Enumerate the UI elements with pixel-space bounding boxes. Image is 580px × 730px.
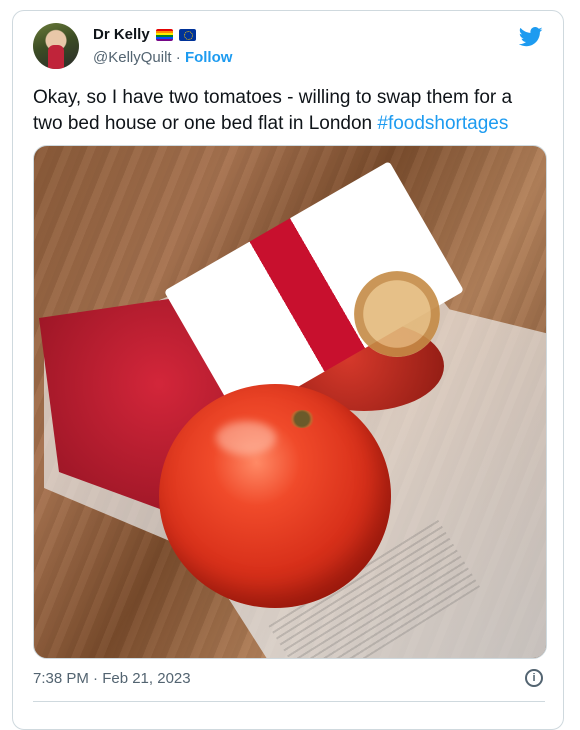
twitter-bird-icon[interactable] bbox=[519, 27, 543, 47]
tomato-highlight bbox=[216, 421, 276, 455]
avatar[interactable] bbox=[33, 23, 79, 69]
tweet-text: Okay, so I have two tomatoes - willing t… bbox=[33, 85, 545, 137]
quality-seal bbox=[354, 271, 440, 357]
eu-flag-icon bbox=[178, 28, 196, 41]
tomato bbox=[159, 384, 391, 608]
author-handle[interactable]: @KellyQuilt bbox=[93, 49, 172, 66]
author-name-row: Dr Kelly bbox=[93, 26, 196, 43]
author-handle-row: @KellyQuilt · Follow bbox=[93, 49, 232, 66]
divider bbox=[33, 701, 545, 702]
info-icon[interactable]: i bbox=[525, 669, 543, 687]
tweet-photo[interactable] bbox=[33, 145, 547, 659]
tomato-stem-scar bbox=[289, 410, 315, 428]
hashtag-link[interactable]: #foodshortages bbox=[377, 113, 508, 134]
rainbow-flag-icon bbox=[155, 28, 173, 41]
follow-button[interactable]: Follow bbox=[185, 49, 233, 66]
tweet-timestamp[interactable]: 7:38 PM · Feb 21, 2023 bbox=[33, 670, 191, 687]
handle-separator: · bbox=[175, 49, 181, 66]
tweet-card: Dr Kelly @KellyQuilt · Follow Okay, so I… bbox=[12, 10, 564, 730]
author-display-name[interactable]: Dr Kelly bbox=[93, 26, 150, 43]
